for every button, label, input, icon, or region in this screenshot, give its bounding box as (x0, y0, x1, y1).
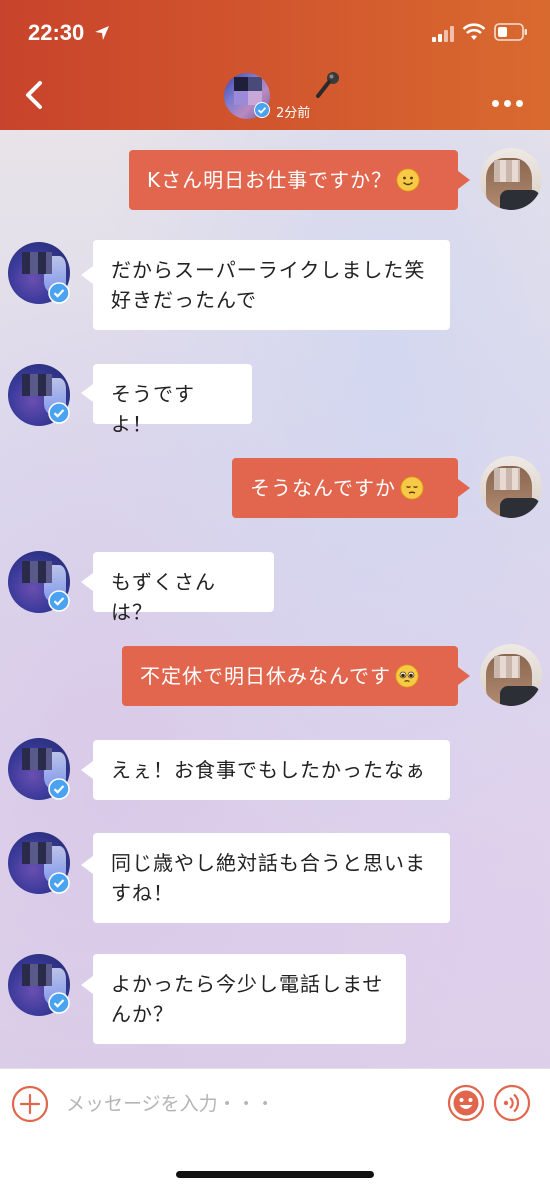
chat-header: 22:30 2分前 (0, 0, 550, 130)
slightly-smiling-face-icon (396, 168, 420, 192)
verified-badge-icon (48, 402, 70, 424)
message-input[interactable] (64, 1082, 438, 1126)
verified-badge-icon (48, 282, 70, 304)
my-avatar[interactable] (480, 456, 542, 518)
verified-badge-icon (48, 590, 70, 612)
outgoing-message[interactable]: Kさん明日お仕事ですか？ (129, 150, 458, 210)
incoming-message[interactable]: もずくさんは？ (93, 552, 274, 624)
message-text-line: んか？ (111, 1002, 174, 1026)
pleading-face-icon (395, 664, 419, 688)
chat-thread[interactable]: Kさん明日お仕事ですか？ だからスーパーライクしました笑 好きだったんで そうで… (0, 130, 550, 1068)
message-text-line: だからスーパーライクしました笑 (111, 258, 426, 282)
verified-badge-icon (48, 778, 70, 800)
location-arrow-icon (95, 26, 109, 40)
more-options-button[interactable] (492, 92, 528, 107)
verified-badge-icon (254, 102, 270, 118)
emoji-button[interactable] (447, 1084, 485, 1122)
verified-badge-icon (48, 992, 70, 1014)
home-indicator[interactable] (176, 1171, 374, 1178)
status-time: 22:30 (28, 20, 85, 45)
message-text: Kさん明日お仕事ですか？ (147, 168, 393, 192)
outgoing-message[interactable]: 不定休で明日休みなんです (122, 646, 458, 706)
dot-icon (492, 100, 499, 107)
bubble-tail (81, 761, 93, 779)
pensive-face-icon (400, 476, 424, 500)
message-text-line: 同じ歳やし絶対話も合うと思いま (111, 851, 426, 875)
incoming-message[interactable]: だからスーパーライクしました笑 好きだったんで (93, 240, 450, 330)
verified-badge-icon (48, 872, 70, 894)
incoming-message[interactable]: よかったら今少し電話しませ んか？ (93, 954, 406, 1044)
bubble-tail (81, 976, 93, 994)
dot-icon (516, 100, 523, 107)
voice-call-button[interactable] (493, 1084, 531, 1122)
bubble-tail (458, 667, 470, 685)
microphone-icon (316, 72, 339, 98)
my-avatar[interactable] (480, 148, 542, 210)
message-text-line: すね！ (111, 881, 174, 905)
message-text: もずくさんは？ (111, 570, 216, 624)
incoming-message[interactable]: 同じ歳やし絶対話も合うと思いま すね！ (93, 833, 450, 923)
back-button[interactable] (18, 78, 52, 112)
message-text-line: よかったら今少し電話しませ (111, 972, 384, 996)
bubble-tail (81, 856, 93, 874)
bubble-tail (458, 479, 470, 497)
bubble-tail (81, 573, 93, 591)
message-text: 不定休で明日休みなんです (140, 664, 391, 688)
message-text: そうですよ！ (111, 382, 195, 436)
incoming-message[interactable]: えぇ！お食事でもしたかったなぁ (93, 740, 450, 800)
bubble-tail (81, 266, 93, 284)
message-text-line: 好きだったんで (111, 288, 257, 312)
signal-icon (432, 26, 454, 42)
message-text: えぇ！お食事でもしたかったなぁ (111, 758, 426, 782)
battery-icon (494, 23, 527, 41)
last-seen-label: 2分前 (276, 106, 311, 121)
my-avatar[interactable] (480, 644, 542, 706)
message-text: そうなんですか (250, 476, 396, 500)
bubble-tail (81, 384, 93, 402)
bubble-tail (458, 171, 470, 189)
dot-icon (504, 100, 511, 107)
incoming-message[interactable]: そうですよ！ (93, 364, 252, 436)
outgoing-message[interactable]: そうなんですか (232, 458, 458, 518)
wifi-icon (462, 23, 486, 40)
add-attachment-button[interactable] (11, 1085, 49, 1123)
